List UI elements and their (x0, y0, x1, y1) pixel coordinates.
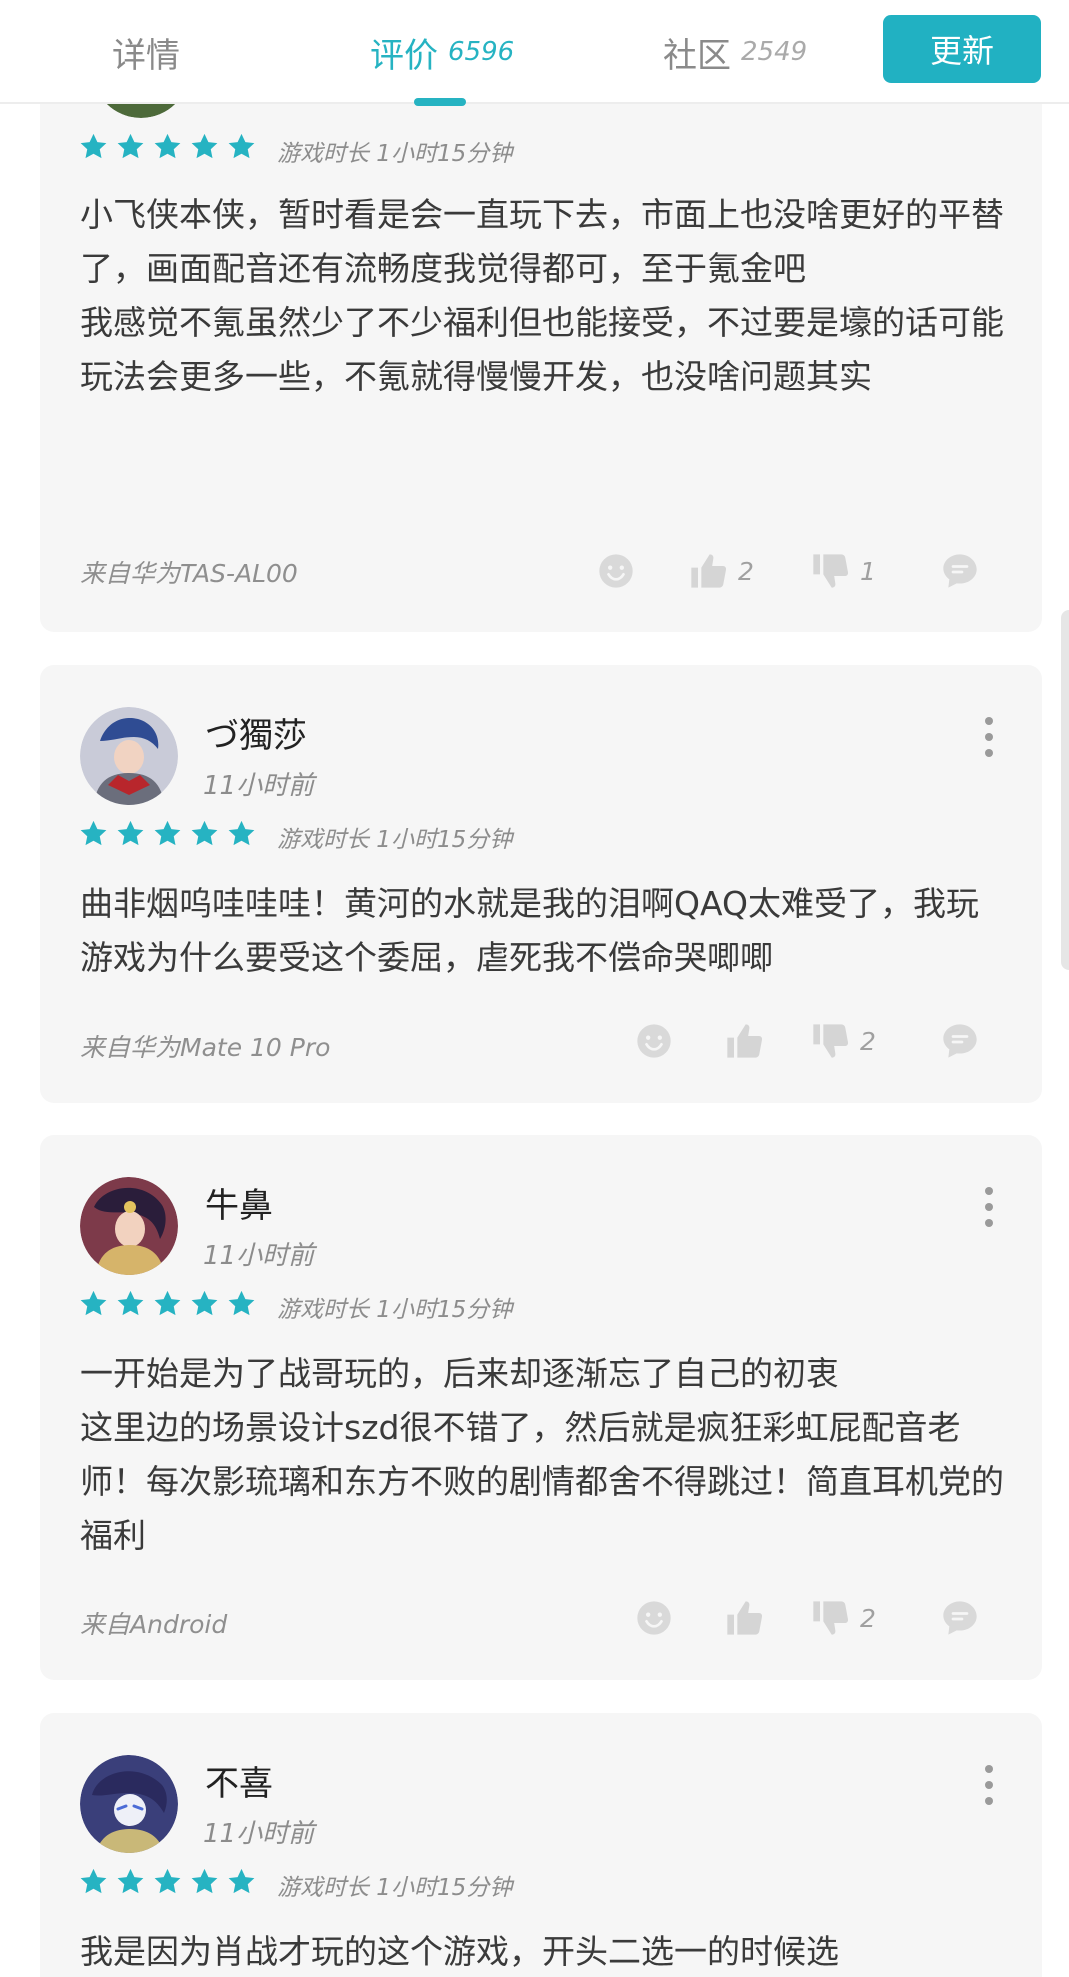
tab-reviews[interactable]: 评价 6596 (370, 0, 514, 104)
star-icon (191, 133, 218, 159)
star-icon (154, 1868, 181, 1894)
star-rating (78, 1289, 257, 1319)
thumbs-down-icon (813, 1024, 849, 1058)
more-options-icon[interactable] (984, 717, 994, 757)
post-time: 11小时前 (203, 1241, 315, 1271)
dislike-count: 2 (860, 1603, 876, 1633)
like-count: 2 (738, 556, 754, 586)
dislike-button[interactable]: 2 (810, 1021, 876, 1061)
playtime: 游戏时长 1小时15分钟 (277, 141, 513, 167)
device-label: 来自华为Mate 10 Pro (80, 1033, 331, 1062)
avatar[interactable] (80, 1177, 178, 1275)
comment-button[interactable] (940, 551, 980, 591)
review-text: 曲非烟呜哇哇哇！黄河的水就是我的泪啊QAQ太难受了，我玩游戏为什么要受这个委屈，… (80, 884, 979, 977)
star-icon (191, 1290, 218, 1316)
star-icon (117, 1868, 144, 1894)
star-icon (80, 1290, 107, 1316)
smiley-icon (637, 1024, 671, 1058)
top-tab-bar: 详情 评价 6596 社区 2549 更新 (0, 0, 1069, 106)
tab-reviews-count: 6596 (448, 37, 515, 67)
comment-button[interactable] (940, 1021, 980, 1061)
star-icon (228, 1290, 255, 1316)
star-rating (78, 132, 257, 162)
like-button[interactable]: 2 (688, 551, 754, 591)
like-button[interactable] (724, 1021, 774, 1061)
star-icon (117, 1290, 144, 1316)
star-rating (78, 1867, 257, 1897)
playtime: 游戏时长 1小时15分钟 (277, 1875, 513, 1901)
star-icon (80, 133, 107, 159)
review-card: 不喜 11小时前 游戏时长 1小时15分钟 我是因为肖战才玩的这个游戏，开头二选… (40, 1713, 1042, 1977)
username: 牛鼻 (205, 1186, 273, 1226)
star-icon (80, 820, 107, 846)
tab-community-label: 社区 (663, 35, 731, 76)
comment-icon (943, 1601, 977, 1635)
comment-icon (943, 1024, 977, 1058)
avatar[interactable] (80, 1755, 178, 1853)
comment-button[interactable] (940, 1598, 980, 1638)
like-button[interactable] (724, 1598, 774, 1638)
star-icon (154, 133, 181, 159)
smiley-icon (637, 1601, 671, 1635)
star-icon (154, 820, 181, 846)
star-icon (154, 1290, 181, 1316)
tab-details-label: 详情 (112, 35, 180, 76)
tab-community[interactable]: 社区 2549 (663, 0, 807, 104)
emoji-reaction-button[interactable] (596, 551, 636, 591)
post-time: 11小时前 (203, 1819, 315, 1849)
active-tab-indicator (414, 98, 466, 106)
star-icon (228, 820, 255, 846)
thumbs-up-icon (727, 1024, 763, 1058)
star-icon (117, 133, 144, 159)
review-text: 一开始是为了战哥玩的，后来却逐渐忘了自己的初衷 这里边的场景设计szd很不错了，… (80, 1354, 1004, 1555)
thumbs-up-icon (691, 554, 727, 588)
post-time: 11小时前 (203, 771, 315, 801)
star-icon (228, 133, 255, 159)
thumbs-down-icon (813, 1601, 849, 1635)
device-label: 来自华为TAS-AL00 (80, 559, 298, 588)
star-rating (78, 819, 257, 849)
scroll-edge-indicator[interactable] (1061, 610, 1069, 970)
dislike-button[interactable]: 2 (810, 1598, 876, 1638)
playtime: 游戏时长 1小时15分钟 (277, 827, 513, 853)
emoji-reaction-button[interactable] (634, 1598, 674, 1638)
thumbs-up-icon (727, 1601, 763, 1635)
review-card: 游戏时长 1小时15分钟 小飞侠本侠，暂时看是会一直玩下去，市面上也没啥更好的平… (40, 20, 1042, 632)
dislike-count: 1 (860, 556, 876, 586)
review-text: 我是因为肖战才玩的这个游戏，开头二选一的时候选 (80, 1932, 839, 1971)
review-text: 小飞侠本侠，暂时看是会一直玩下去，市面上也没啥更好的平替了，画面配音还有流畅度我… (80, 195, 1004, 396)
review-card: づ獨莎 11小时前 游戏时长 1小时15分钟 曲非烟呜哇哇哇！黄河的水就是我的泪… (40, 665, 1042, 1103)
star-icon (117, 820, 144, 846)
emoji-reaction-button[interactable] (634, 1021, 674, 1061)
star-icon (191, 820, 218, 846)
smiley-icon (599, 554, 633, 588)
dislike-count: 2 (860, 1026, 876, 1056)
username: 不喜 (205, 1764, 273, 1804)
comment-icon (943, 554, 977, 588)
playtime: 游戏时长 1小时15分钟 (277, 1297, 513, 1323)
username: づ獨莎 (205, 716, 307, 756)
star-icon (80, 1868, 107, 1894)
more-options-icon[interactable] (984, 1187, 994, 1227)
avatar[interactable] (80, 707, 178, 805)
device-label: 来自Android (80, 1610, 228, 1639)
thumbs-down-icon (813, 554, 849, 588)
tab-reviews-label: 评价 (370, 35, 438, 76)
tab-details[interactable]: 详情 (112, 0, 180, 104)
dislike-button[interactable]: 1 (810, 551, 876, 591)
star-icon (228, 1868, 255, 1894)
more-options-icon[interactable] (984, 1765, 994, 1805)
review-card: 牛鼻 11小时前 游戏时长 1小时15分钟 一开始是为了战哥玩的，后来却逐渐忘了… (40, 1135, 1042, 1680)
update-button[interactable]: 更新 (883, 15, 1041, 83)
tab-community-count: 2549 (741, 37, 808, 67)
star-icon (191, 1868, 218, 1894)
